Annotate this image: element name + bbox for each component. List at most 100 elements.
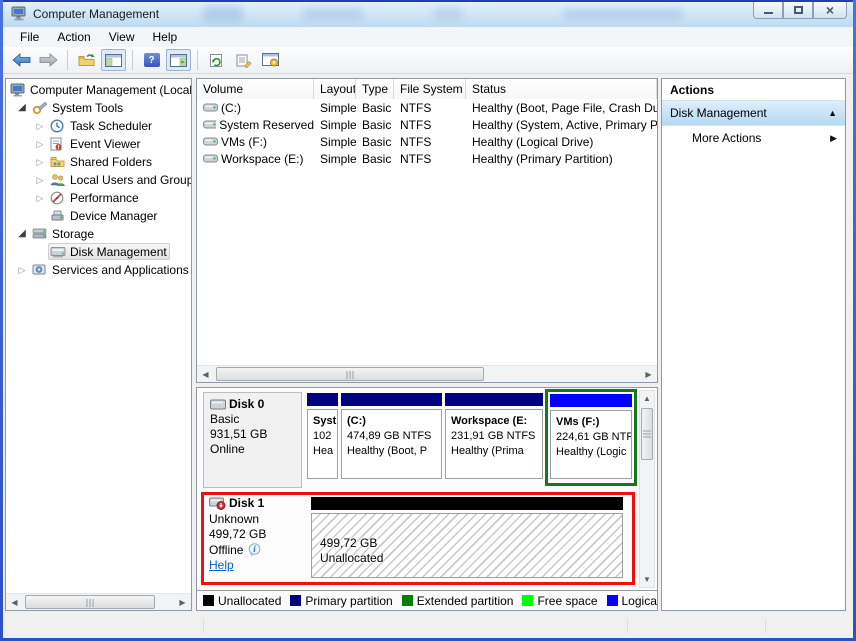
- tree-item-task-scheduler[interactable]: ▷ Task Scheduler: [6, 117, 191, 135]
- tree-item-disk-management[interactable]: Disk Management: [6, 243, 191, 261]
- folder-icon: [78, 53, 96, 67]
- show-console-tree-button[interactable]: [101, 49, 126, 71]
- tree-item-device-manager[interactable]: Device Manager: [6, 207, 191, 225]
- info-icon[interactable]: i: [247, 543, 261, 557]
- tree-item-computer-management[interactable]: Computer Management (Local: [6, 81, 191, 99]
- back-button[interactable]: [9, 49, 34, 71]
- partition-bar-c: [341, 393, 442, 406]
- volume-list-header: Volume Layout Type File System Status: [197, 79, 657, 99]
- up-folder-button[interactable]: [74, 49, 99, 71]
- legend-swatch: [290, 595, 301, 606]
- tree-item-shared-folders[interactable]: ▷ Shared Folders: [6, 153, 191, 171]
- column-header-status[interactable]: Status: [466, 79, 657, 99]
- disk0-label-cell[interactable]: Disk 0 Basic 931,51 GB Online: [203, 392, 302, 488]
- unallocated-bar: [311, 497, 623, 510]
- menu-action[interactable]: Action: [48, 28, 99, 46]
- maximize-button[interactable]: [783, 2, 813, 19]
- more-actions-item[interactable]: More Actions ▶: [662, 126, 845, 151]
- minimize-button[interactable]: [753, 2, 783, 19]
- tree-item-local-users-groups[interactable]: ▷ Local Users and Groups: [6, 171, 191, 189]
- extended-partition-frame: VMs (F:) 224,61 GB NTF Healthy (Logic: [545, 389, 637, 486]
- properties-button[interactable]: [231, 49, 256, 71]
- refresh-button[interactable]: [204, 49, 229, 71]
- status-divider: [203, 619, 204, 633]
- menu-bar: File Action View Help: [3, 27, 853, 47]
- volume-row-workspace[interactable]: Workspace (E:) Simple Basic NTFS Healthy…: [197, 150, 657, 167]
- disk1-label-cell[interactable]: Disk 1 Unknown 499,72 GB Offline i Help: [209, 496, 266, 574]
- volume-row-system-reserved[interactable]: System Reserved Simple Basic NTFS Health…: [197, 116, 657, 133]
- legend-swatch: [402, 595, 413, 606]
- actions-panel: Actions Disk Management ▲ More Actions ▶: [661, 78, 846, 611]
- status-divider: [765, 619, 766, 633]
- legend-swatch: [607, 595, 618, 606]
- scroll-thumb[interactable]: [216, 367, 484, 381]
- actions-group-disk-management[interactable]: Disk Management ▲: [662, 101, 845, 126]
- volume-list-horizontal-scrollbar[interactable]: ◀ ▶: [197, 365, 657, 382]
- disk1-state: Offline i: [209, 543, 266, 559]
- unallocated-region[interactable]: 499,72 GB Unallocated: [311, 513, 623, 578]
- collapsed-icon[interactable]: ▷: [34, 171, 46, 189]
- volume-row-c[interactable]: (C:) Simple Basic NTFS Healthy (Boot, Pa…: [197, 99, 657, 116]
- show-action-pane-button[interactable]: [166, 49, 191, 71]
- collapsed-icon[interactable]: ▷: [34, 117, 46, 135]
- volume-row-vms[interactable]: VMs (F:) Simple Basic NTFS Healthy (Logi…: [197, 133, 657, 150]
- legend-free-space: Free space: [522, 594, 597, 608]
- partition-c[interactable]: (C:) 474,89 GB NTFS Healthy (Boot, P: [341, 409, 442, 479]
- legend-extended-partition: Extended partition: [402, 594, 514, 608]
- disk-panel-vertical-scrollbar[interactable]: ▲ ▼: [639, 390, 655, 588]
- scroll-left-icon[interactable]: ◀: [197, 366, 214, 383]
- help-topics-button[interactable]: [258, 49, 283, 71]
- scroll-up-icon[interactable]: ▲: [640, 391, 654, 406]
- column-header-layout[interactable]: Layout: [314, 79, 356, 99]
- glass-reflection: [203, 6, 243, 22]
- scroll-down-icon[interactable]: ▼: [640, 572, 654, 587]
- volume-icon: [203, 137, 218, 146]
- expanded-icon[interactable]: ◢: [16, 225, 28, 243]
- glass-reflection: [563, 9, 683, 19]
- collapsed-icon[interactable]: ▷: [16, 261, 28, 279]
- scroll-right-icon[interactable]: ▶: [640, 366, 657, 383]
- action-pane-icon: [170, 54, 187, 67]
- legend-unallocated: Unallocated: [203, 594, 281, 608]
- scroll-right-icon[interactable]: ▶: [174, 594, 191, 611]
- menu-view[interactable]: View: [100, 28, 144, 46]
- scroll-thumb[interactable]: [641, 408, 653, 460]
- menu-file[interactable]: File: [11, 28, 48, 46]
- volume-icon: [203, 120, 216, 129]
- partition-vms[interactable]: VMs (F:) 224,61 GB NTF Healthy (Logic: [550, 410, 632, 479]
- collapse-arrow-icon[interactable]: ▲: [828, 101, 837, 126]
- help-link[interactable]: Help: [209, 558, 234, 572]
- scroll-left-icon[interactable]: ◀: [6, 594, 23, 611]
- expanded-icon[interactable]: ◢: [16, 99, 28, 117]
- partition-bar-vms: [550, 394, 632, 407]
- tree-item-event-viewer[interactable]: ▷ Event Viewer: [6, 135, 191, 153]
- menu-help[interactable]: Help: [144, 28, 187, 46]
- column-header-file-system[interactable]: File System: [394, 79, 466, 99]
- glass-reflection: [433, 7, 463, 21]
- close-button[interactable]: ×: [813, 2, 847, 19]
- tree-horizontal-scrollbar[interactable]: ◀ ▶: [6, 593, 191, 610]
- forward-button[interactable]: [36, 49, 61, 71]
- window-title: Computer Management: [33, 7, 159, 21]
- collapsed-icon[interactable]: ▷: [34, 189, 46, 207]
- scroll-thumb[interactable]: [25, 595, 155, 609]
- help-button[interactable]: ?: [139, 49, 164, 71]
- glass-reflection: [303, 8, 363, 20]
- title-bar[interactable]: Computer Management ×: [3, 2, 853, 27]
- partition-legend: Unallocated Primary partition Extended p…: [197, 590, 657, 610]
- disk0-state: Online: [210, 442, 301, 457]
- column-header-volume[interactable]: Volume: [197, 79, 314, 99]
- column-header-type[interactable]: Type: [356, 79, 394, 99]
- close-icon: ×: [826, 3, 834, 17]
- partition-bar-workspace: [445, 393, 543, 406]
- partition-system-reserved[interactable]: Syst 102 Hea: [307, 409, 338, 479]
- tree-item-system-tools[interactable]: ◢ System Tools: [6, 99, 191, 117]
- collapsed-icon[interactable]: ▷: [34, 153, 46, 171]
- tree-item-performance[interactable]: ▷ Performance: [6, 189, 191, 207]
- tree-item-storage[interactable]: ◢ Storage: [6, 225, 191, 243]
- forward-icon: [39, 53, 58, 67]
- tree-item-services-applications[interactable]: ▷ Services and Applications: [6, 261, 191, 279]
- partition-workspace[interactable]: Workspace (E: 231,91 GB NTFS Healthy (Pr…: [445, 409, 543, 479]
- legend-logical-drive: Logical d: [607, 594, 658, 608]
- collapsed-icon[interactable]: ▷: [34, 135, 46, 153]
